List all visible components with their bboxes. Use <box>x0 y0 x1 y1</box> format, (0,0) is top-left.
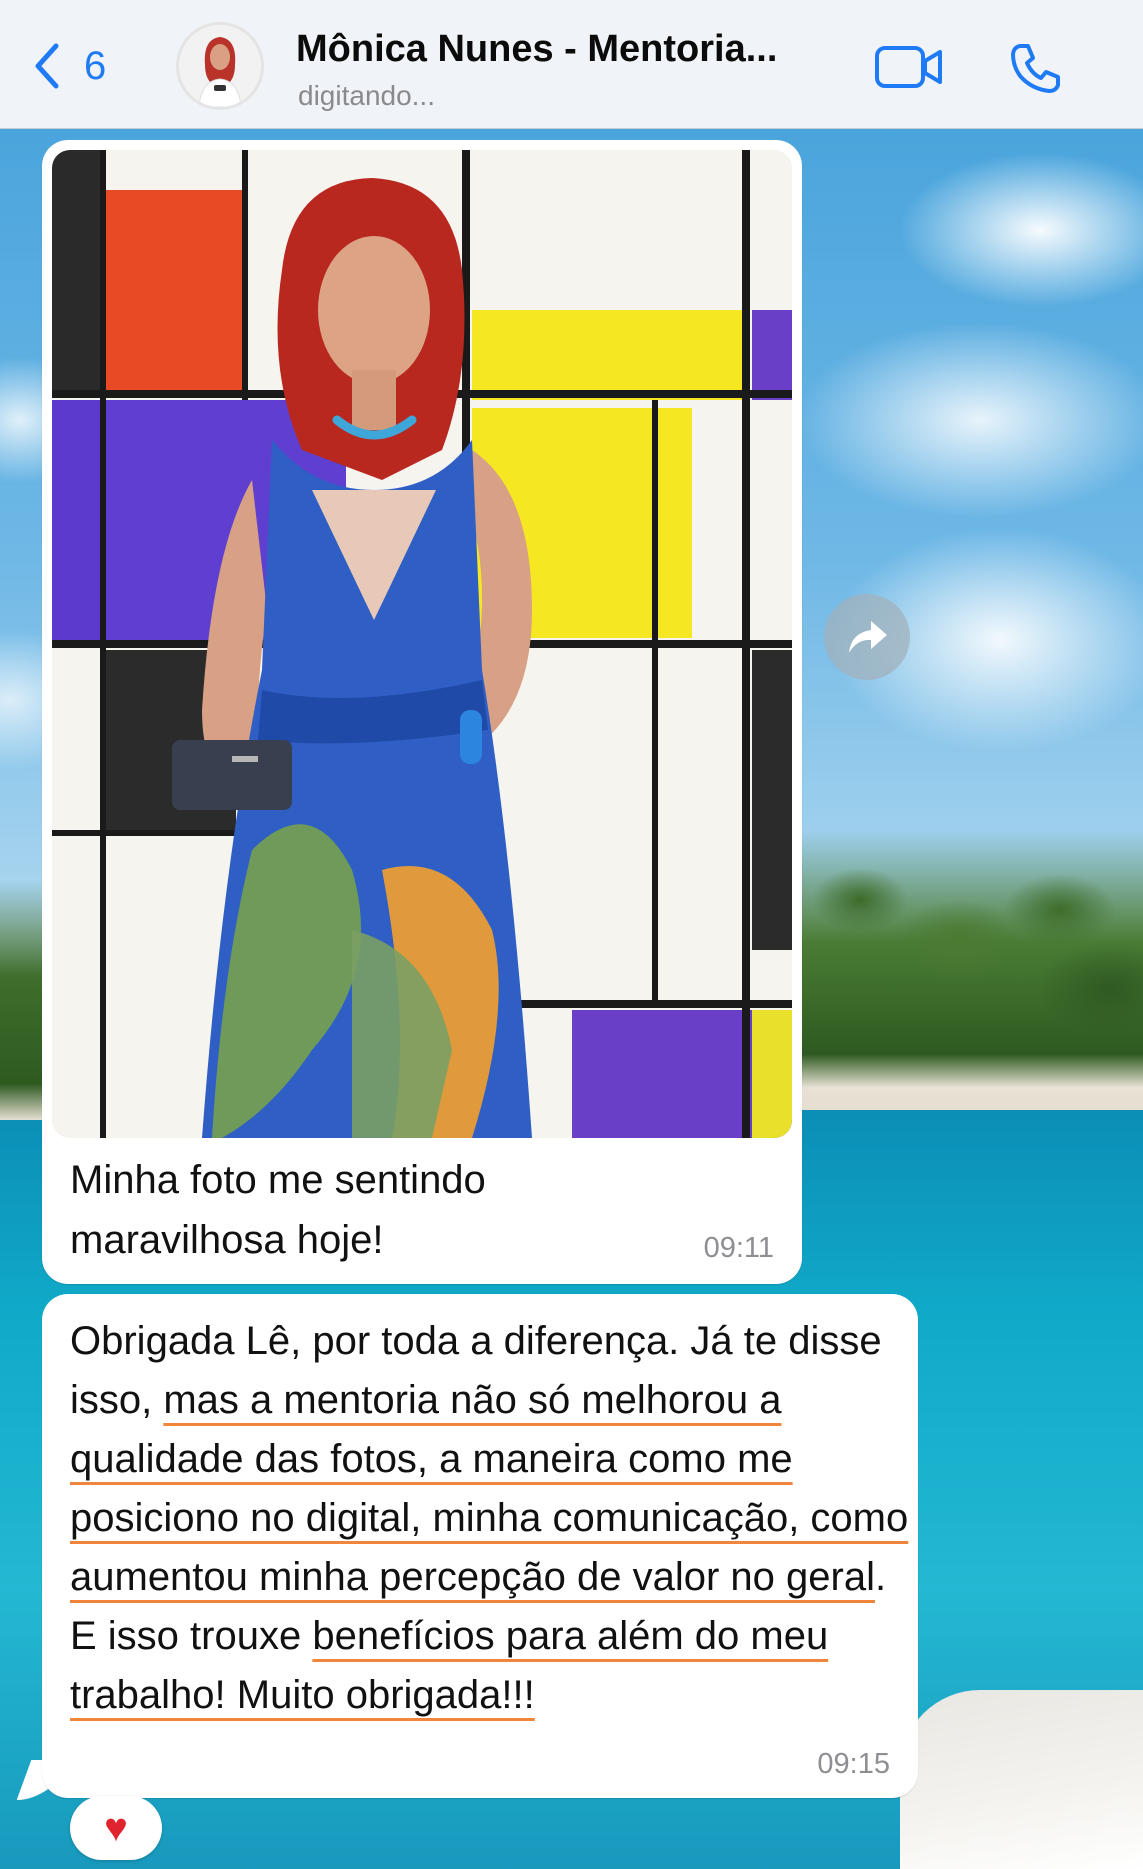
forward-button[interactable] <box>824 594 910 680</box>
message-bubble-photo[interactable]: Minha foto me sentindo maravilhosa hoje!… <box>42 140 802 1284</box>
typing-status: digitando... <box>298 80 435 111</box>
wallpaper-sand <box>900 1690 1143 1869</box>
message-timestamp: 09:15 <box>817 1748 890 1780</box>
heart-reaction[interactable]: ♥ <box>70 1796 162 1860</box>
heart-icon: ♥ <box>104 1805 128 1850</box>
message-text-underlined-segment: mas a mentoria não só melhorou a qualida… <box>70 1378 909 1599</box>
chat-title[interactable]: Mônica Nunes - Mentoria... <box>296 28 777 71</box>
chat-header: 6 Mônica Nunes - Mentoria... digitando..… <box>0 0 1143 129</box>
chevron-left-icon <box>35 43 59 89</box>
video-call-button[interactable] <box>874 44 944 90</box>
message-bubble-text[interactable]: Obrigada Lê, por toda a diferença. Já te… <box>42 1294 918 1798</box>
unread-count: 6 <box>84 43 107 88</box>
video-camera-icon <box>875 46 942 88</box>
shared-photo[interactable] <box>52 150 792 1138</box>
avatar-photo <box>179 25 261 107</box>
message-timestamp: 09:11 <box>703 1232 774 1264</box>
photo-caption: Minha foto me sentindo maravilhosa hoje! <box>70 1158 486 1262</box>
voice-call-button[interactable] <box>1008 40 1064 96</box>
forward-arrow-icon <box>849 621 887 653</box>
photo-woman-mondrian-wall <box>52 150 792 1138</box>
phone-icon <box>1011 44 1060 93</box>
contact-avatar[interactable] <box>176 22 264 110</box>
wallpaper-palm-trees <box>800 830 1143 1110</box>
message-text: Obrigada Lê, por toda a diferença. Já te… <box>70 1312 910 1725</box>
back-button[interactable]: 6 <box>30 38 106 94</box>
